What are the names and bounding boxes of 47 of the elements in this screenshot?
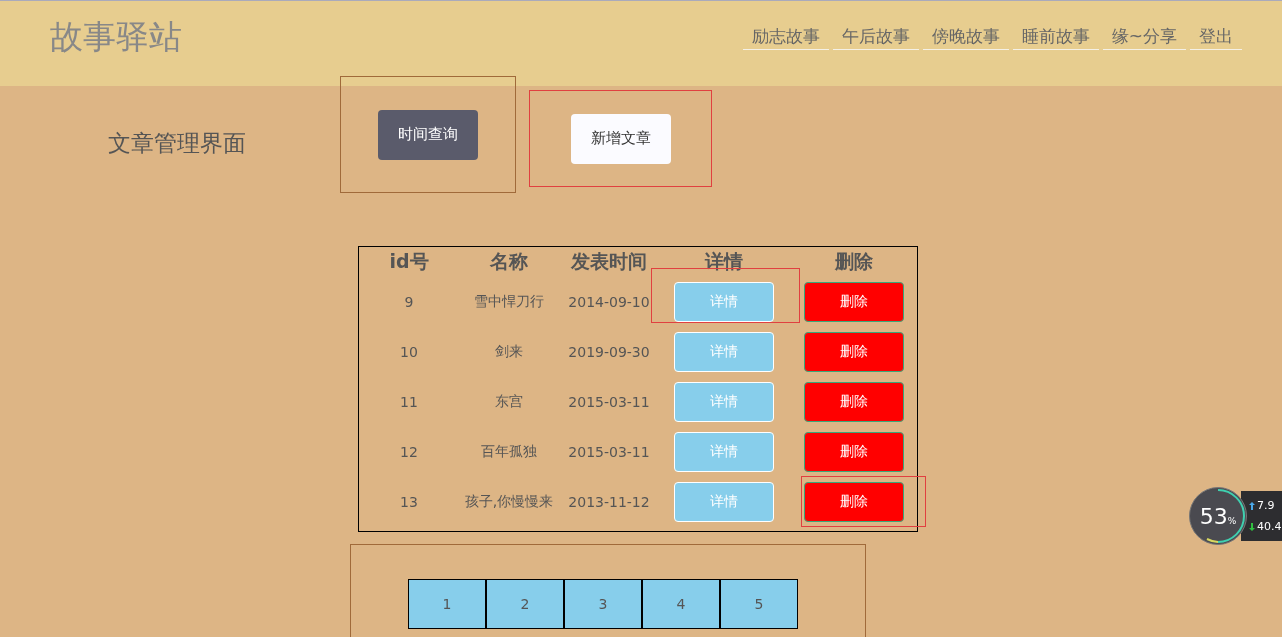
table-cell-text: 12 [399,444,419,460]
delete-button[interactable]: 删除 [804,382,904,422]
add-article-button[interactable]: 新增文章 [570,113,671,164]
nav-link[interactable]: 励志故事 [742,25,829,50]
nav-link[interactable]: 缘~分享 [1102,25,1186,50]
table-cell-text: 2015-03-11 [567,444,651,460]
page-button[interactable]: 1 [408,579,486,629]
nav-link[interactable]: 登出 [1190,25,1242,50]
table-cell-text: 2015-03-11 [567,394,651,410]
delete-button[interactable]: 删除 [804,282,904,322]
page-button[interactable]: 5 [720,579,798,629]
percent-sign: % [1227,515,1237,526]
nav-link[interactable]: 睡前故事 [1012,25,1099,50]
table-cell-text: 10 [399,344,419,360]
nav-link[interactable]: 傍晚故事 [922,25,1009,50]
table-cell-text: 13 [399,494,419,510]
upload-speed: 7.9 [1257,499,1275,512]
column-header: 发表时间 [570,249,648,274]
usage-dial-drawing [1189,487,1247,545]
table-cell-text: 9 [403,294,415,310]
down-arrow-icon [1249,522,1255,531]
table-cell-text: 2014-09-10 [567,294,651,310]
up-arrow-icon [1249,501,1255,510]
delete-button[interactable]: 删除 [804,432,904,472]
usage-percent: 53 [1199,503,1228,529]
download-speed: 40.4 [1257,520,1282,533]
page-button[interactable]: 3 [564,579,642,629]
column-header: id号 [388,249,430,274]
table-cell-text: 2013-11-12 [567,494,651,510]
page-button[interactable]: 4 [642,579,720,629]
table-cell-text: 雪中悍刀行 [473,293,545,311]
table-cell-text: 剑来 [494,343,524,361]
column-header: 名称 [489,249,529,274]
delete-button[interactable]: 删除 [804,482,904,522]
delete-button[interactable]: 删除 [804,332,904,372]
page-button[interactable]: 2 [486,579,564,629]
nav-link[interactable]: 午后故事 [832,25,919,50]
table-cell-text: 11 [399,394,419,410]
table-cell-text: 2019-09-30 [567,344,651,360]
table-cell-text: 百年孤独 [480,443,538,461]
table-cell-text: 东宫 [494,393,524,411]
column-header: 详情 [703,249,744,274]
time-query-button[interactable]: 时间查询 [378,109,478,160]
column-header: 删除 [834,249,874,274]
page-heading: 文章管理界面 [108,129,247,158]
site-title: 故事驿站 [50,16,182,58]
table-cell-text: 孩子,你慢慢来 [463,493,555,511]
